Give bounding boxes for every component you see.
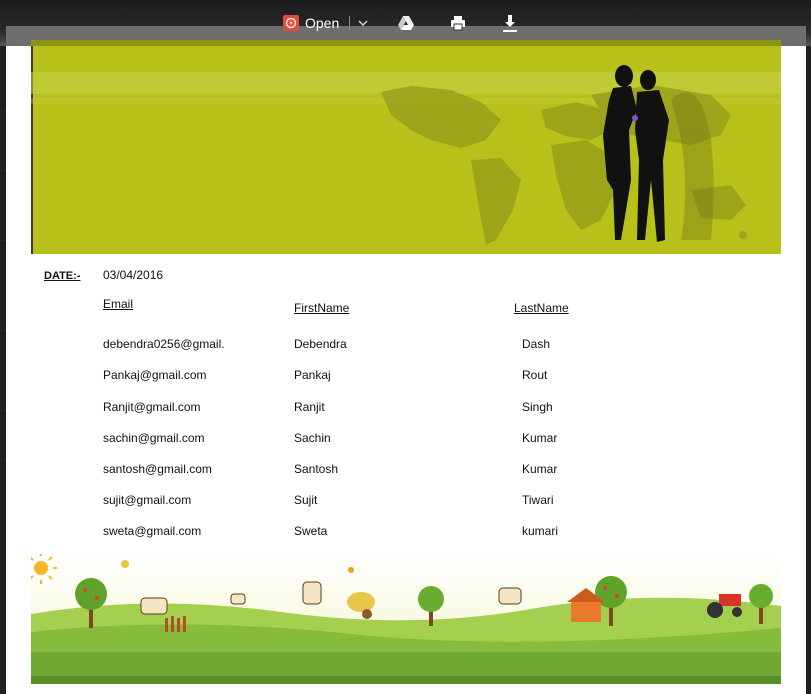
open-label: Open bbox=[305, 15, 340, 31]
cell-email: debendra0256@gmail. bbox=[103, 337, 225, 351]
header-banner-image bbox=[31, 40, 781, 254]
farm-footer-image bbox=[31, 554, 781, 684]
pdf-page: DATE:- 03/04/2016 Email FirstName LastNa… bbox=[6, 40, 806, 694]
cell-email: sachin@gmail.com bbox=[103, 431, 205, 445]
column-header-firstname: FirstName bbox=[294, 301, 350, 315]
cell-email: sweta@gmail.com bbox=[103, 524, 202, 538]
cell-lastname: kumari bbox=[522, 524, 559, 538]
cell-firstname: Sachin bbox=[294, 431, 331, 445]
cell-email: sujit@gmail.com bbox=[103, 493, 192, 507]
open-divider bbox=[349, 16, 351, 30]
date-label: DATE:- bbox=[44, 270, 81, 282]
print-icon[interactable] bbox=[449, 14, 467, 32]
cell-firstname: Debendra bbox=[294, 337, 347, 351]
cell-lastname: Kumar bbox=[522, 431, 558, 445]
cell-firstname: Sweta bbox=[294, 524, 328, 538]
cell-lastname: Tiwari bbox=[522, 493, 554, 507]
cell-email: Ranjit@gmail.com bbox=[103, 400, 201, 414]
cell-lastname: Rout bbox=[522, 368, 548, 382]
column-header-lastname: LastName bbox=[514, 301, 569, 315]
cell-email: santosh@gmail.com bbox=[103, 462, 212, 476]
cell-firstname: Santosh bbox=[294, 462, 339, 476]
chevron-down-icon[interactable] bbox=[356, 16, 370, 30]
cell-lastname: Dash bbox=[522, 337, 551, 351]
cell-firstname: Pankaj bbox=[294, 368, 331, 382]
cell-email: Pankaj@gmail.com bbox=[103, 368, 207, 382]
open-with-app-icon bbox=[283, 15, 299, 31]
cell-lastname: Singh bbox=[522, 400, 553, 414]
open-with-button[interactable]: Open bbox=[283, 13, 370, 33]
download-icon[interactable] bbox=[501, 13, 519, 33]
google-drive-icon[interactable] bbox=[397, 14, 415, 32]
cell-firstname: Sujit bbox=[294, 493, 318, 507]
cell-firstname: Ranjit bbox=[294, 400, 325, 414]
cell-lastname: Kumar bbox=[522, 462, 558, 476]
date-value: 03/04/2016 bbox=[103, 268, 164, 282]
column-header-email: Email bbox=[103, 297, 134, 311]
